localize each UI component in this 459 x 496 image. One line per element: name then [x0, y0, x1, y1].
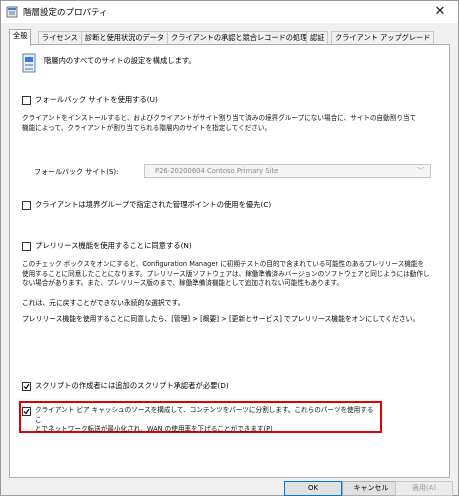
prefer-mp-checkbox[interactable] — [22, 200, 31, 210]
script-approver-label: スクリプトの作成者には追加のスクリプト承認者が必要(D) — [35, 381, 229, 390]
chevron-down-icon: ﹀ — [417, 167, 424, 175]
peer-cache-label-line: クライアント ピア キャッシュのソースを構成して、コンテンツをパーツに分割します… — [35, 406, 374, 424]
fallback-site-checkbox-row[interactable]: フォールバック サイトを使用する(U) — [22, 95, 158, 105]
fallback-description-line: 機能によって、クライアントが割り当てられる階層内のサイトを指定してください。 — [22, 123, 272, 132]
script-approver-checkbox[interactable] — [22, 381, 31, 391]
prerelease-label: プレリリース機能を使用することに同意する(N) — [35, 241, 192, 250]
prefer-mp-label: クライアントは境界グループで指定された管理ポイントの使用を優先(C) — [35, 200, 272, 209]
prerelease-note-permanent: これは、元に戻すことができない永続的な選択です。 — [22, 299, 185, 307]
checkmark-icon — [23, 408, 30, 415]
fallback-description-line: クライアントをインストールすると、およびクライアントがサイト割り当て済みの境界グ… — [22, 114, 417, 122]
prerelease-description: このチェック ボックスをオンにすると、Configuration Manager… — [22, 260, 442, 289]
tab-licenses[interactable]: ライセンス — [38, 31, 82, 45]
close-button[interactable]: ✕ — [427, 3, 453, 21]
tab-diagnostics[interactable]: 診断と使用状況のデータ — [81, 31, 169, 45]
title-bar: 階層設定のプロパティ ✕ — [1, 1, 458, 23]
properties-dialog: 階層設定のプロパティ ✕ 全般 ライセンス 診断と使用状況のデータ クライアント… — [0, 0, 459, 496]
prerelease-description-line: ない場合があります。また、プレリリース版のまで、稼働準備済機能として追加されない… — [22, 279, 343, 287]
prefer-mp-checkbox-row[interactable]: クライアントは境界グループで指定された管理ポイントの使用を優先(C) — [22, 200, 271, 210]
peer-cache-checkbox-row[interactable]: クライアント ピア キャッシュのソースを構成して、コンテンツをパーツに分割します… — [22, 406, 380, 435]
tab-general[interactable]: 全般 — [9, 29, 32, 46]
fallback-site-select[interactable]: P26-20200604 Contoso Primary Site ﹀ — [144, 164, 431, 178]
prerelease-description-line: このチェック ボックスをオンにすると、Configuration Manager… — [22, 260, 425, 268]
fallback-site-checkbox[interactable] — [22, 95, 31, 105]
tab-client-upgrade[interactable]: クライアント アップグレード — [331, 31, 435, 45]
window-title: 階層設定のプロパティ — [23, 8, 108, 18]
fallback-site-label-field: フォールバック サイト(S): — [34, 168, 119, 176]
header-text: 階層内のすべてのサイトの設定を構成します。 — [44, 56, 196, 65]
tab-client-approval[interactable]: クライアントの承認と競合レコードの処理 — [167, 31, 312, 45]
checkmark-icon — [23, 383, 30, 389]
peer-cache-label: クライアント ピア キャッシュのソースを構成して、コンテンツをパーツに分割します… — [35, 406, 380, 435]
tab-bar: 全般 ライセンス 診断と使用状況のデータ クライアントの承認と競合レコードの処理… — [9, 29, 450, 46]
prerelease-note-enable: プレリリース機能を使用することに同意したら、[管理] > [概要] > [更新と… — [22, 315, 420, 323]
close-icon: ✕ — [434, 4, 446, 19]
tab-authentication[interactable]: 認証 — [306, 31, 329, 45]
fallback-description: クライアントをインストールすると、およびクライアントがサイト割り当て済みの境界グ… — [22, 114, 442, 133]
prerelease-description-line: 使用することに同意したことになります。プレリリース版ソフトウェアは、稼働準備済み… — [22, 269, 430, 278]
fallback-site-value: P26-20200604 Contoso Primary Site — [155, 167, 279, 175]
peer-cache-checkbox[interactable] — [22, 407, 31, 416]
apply-button[interactable]: 適用(A) — [395, 481, 453, 496]
hierarchy-settings-icon — [22, 53, 36, 73]
ok-button[interactable]: OK — [284, 481, 342, 496]
fallback-site-label: フォールバック サイトを使用する(U) — [35, 95, 158, 104]
prerelease-checkbox[interactable] — [22, 241, 31, 251]
general-panel: 階層内のすべてのサイトの設定を構成します。 フォールバック サイトを使用する(U… — [9, 44, 450, 478]
prerelease-checkbox-row[interactable]: プレリリース機能を使用することに同意する(N) — [22, 241, 192, 251]
cancel-button[interactable]: キャンセル — [342, 481, 400, 496]
properties-icon — [6, 6, 18, 18]
peer-cache-label-line: とでネットワーク転送が最小化され、WAN の使用率を下げることができます(P) — [35, 425, 273, 433]
script-approver-checkbox-row[interactable]: スクリプトの作成者には追加のスクリプト承認者が必要(D) — [22, 381, 229, 391]
